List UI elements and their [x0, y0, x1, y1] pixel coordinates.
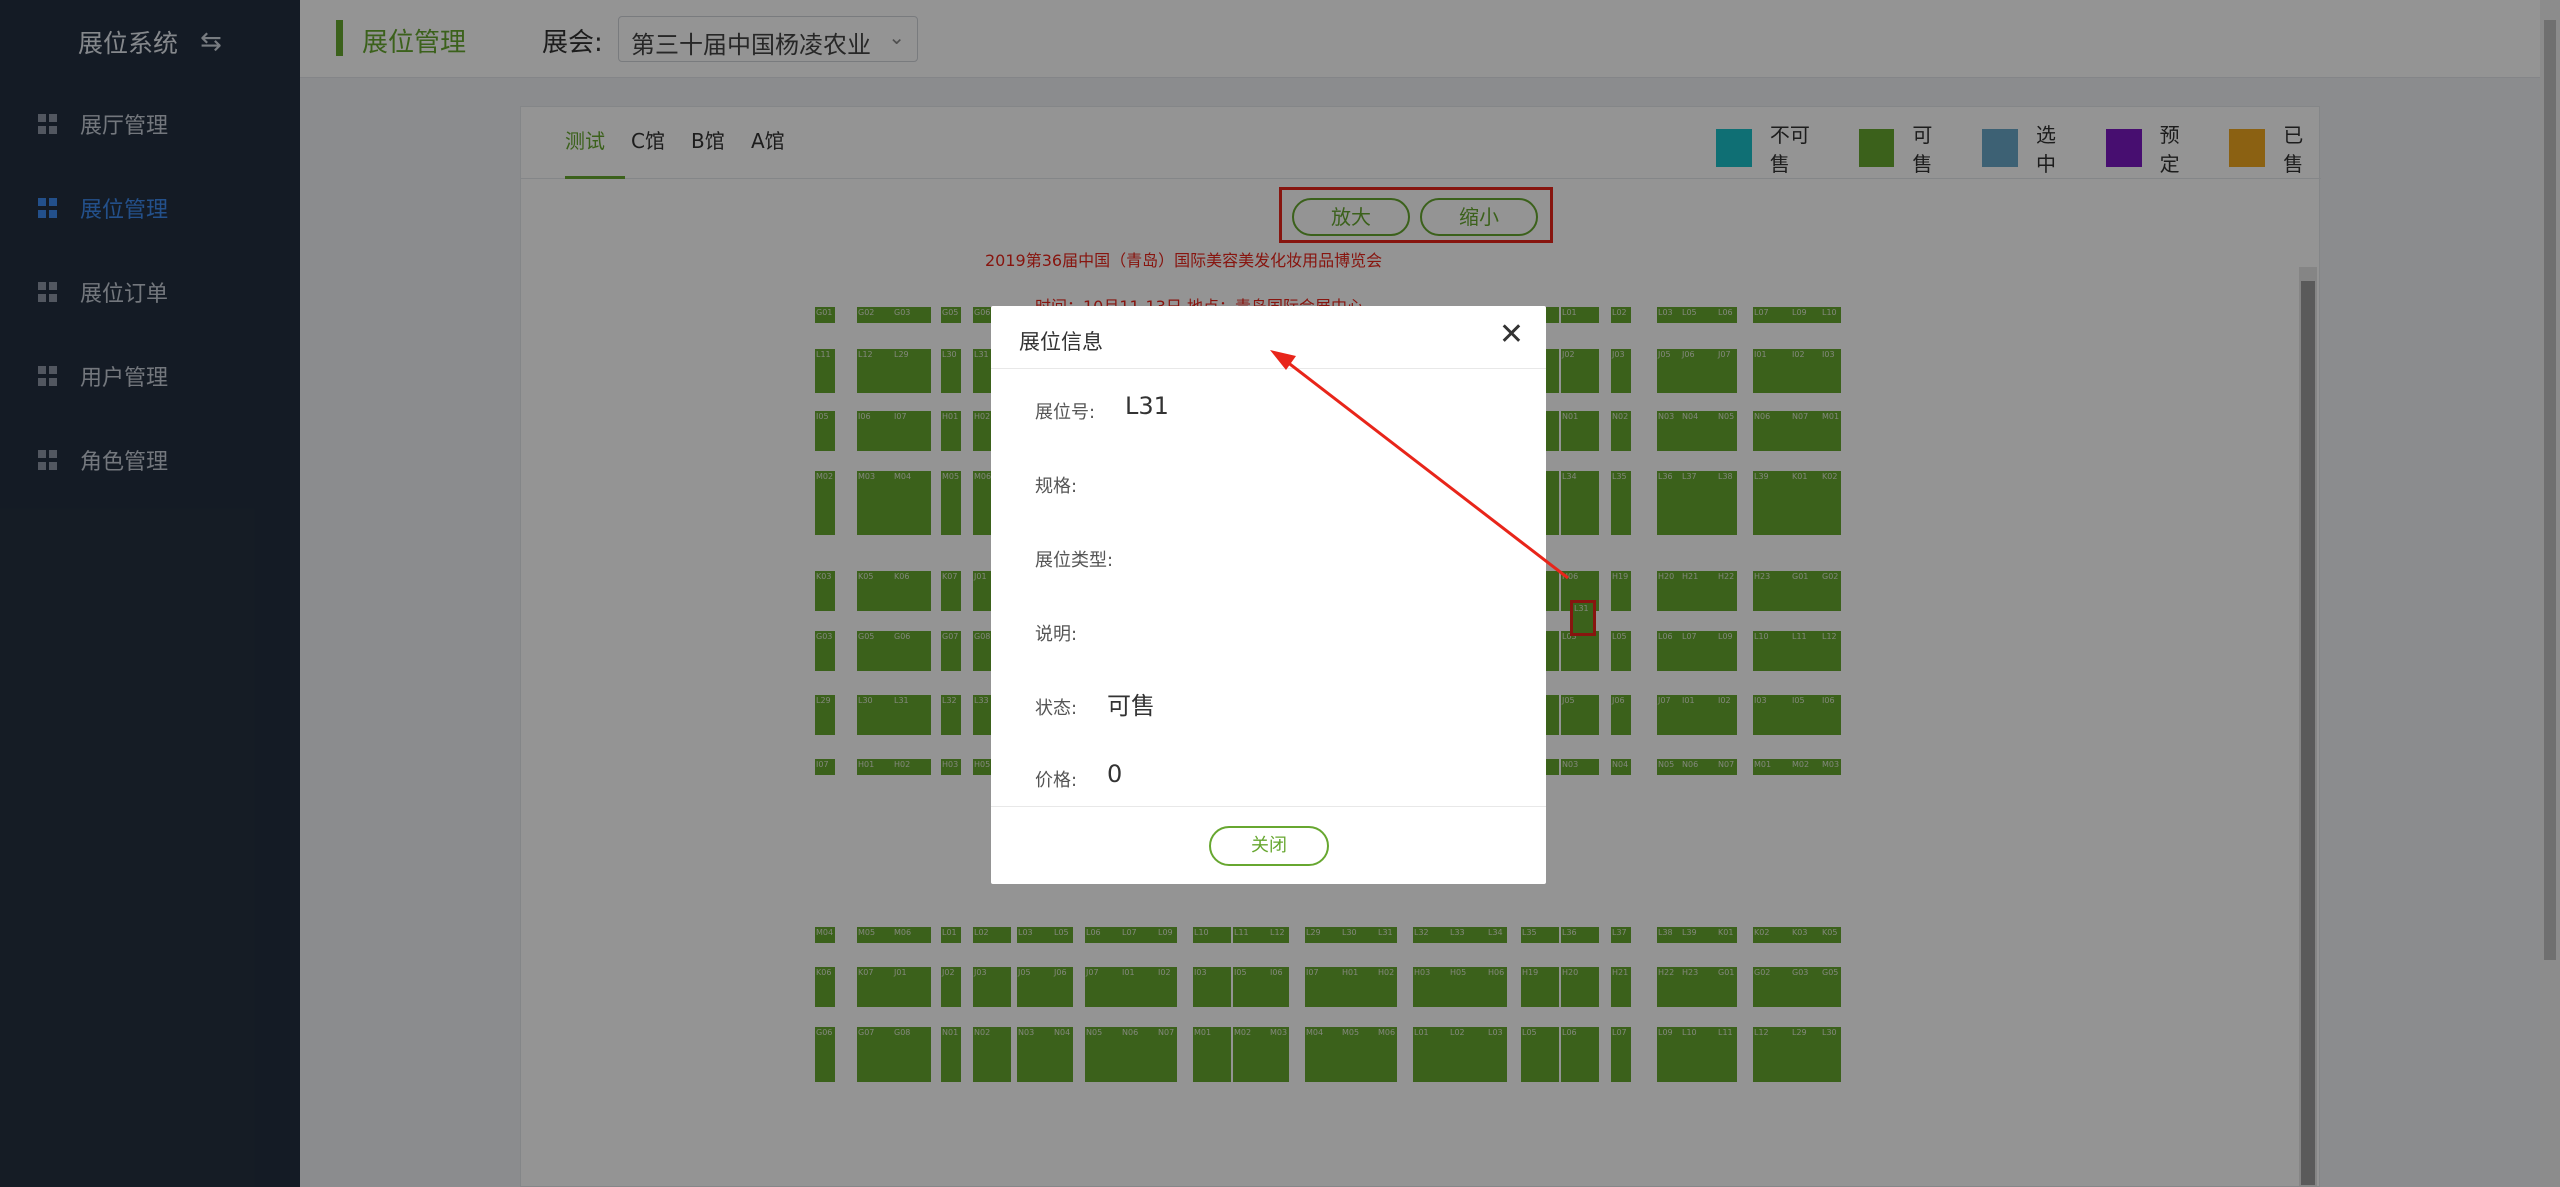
- close-icon[interactable]: ✕: [1499, 320, 1524, 350]
- close-button[interactable]: 关闭: [1209, 826, 1329, 866]
- field-label-price: 价格:: [1035, 770, 1078, 791]
- field-label-description: 说明:: [1035, 624, 1078, 645]
- field-value-price: 0: [1107, 760, 1123, 788]
- field-label-booth-type: 展位类型:: [1035, 550, 1114, 571]
- field-label-spec: 规格:: [1035, 476, 1078, 497]
- modal-title: 展位信息: [1019, 330, 1103, 354]
- modal-divider: [991, 806, 1546, 807]
- modal-divider: [991, 368, 1546, 369]
- field-value-booth-no: L31: [1125, 392, 1169, 420]
- booth-info-modal: 展位信息 ✕ 展位号: L31 规格: 展位类型: 说明: 状态: 可售 价格:…: [991, 306, 1546, 884]
- field-label-status: 状态:: [1035, 698, 1078, 719]
- field-value-status: 可售: [1107, 692, 1155, 720]
- field-label-booth-no: 展位号:: [1035, 402, 1096, 423]
